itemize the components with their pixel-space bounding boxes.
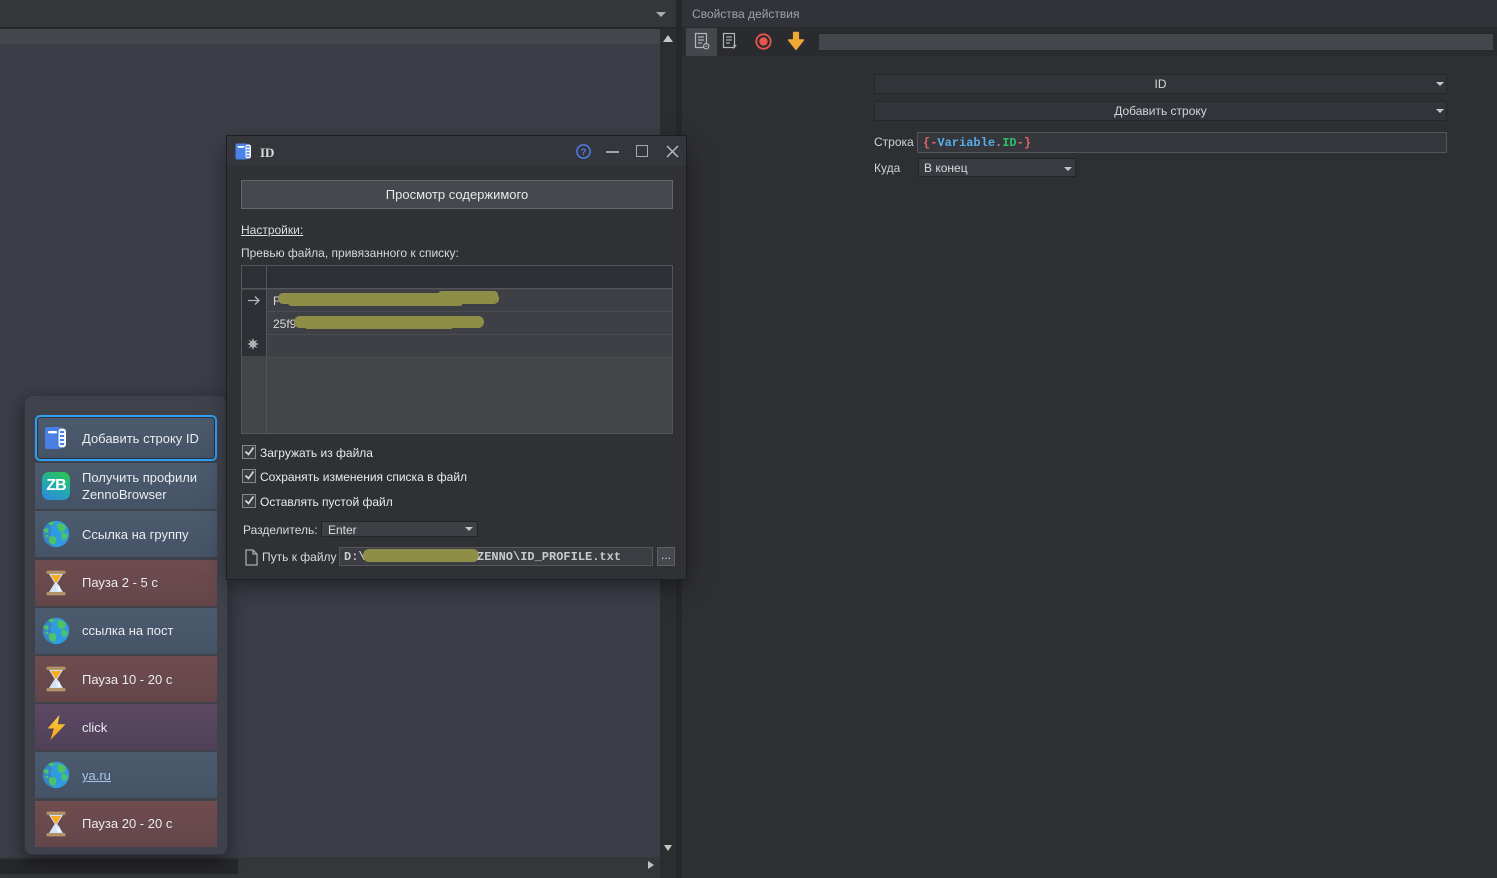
svg-text:?: ?	[581, 147, 587, 158]
